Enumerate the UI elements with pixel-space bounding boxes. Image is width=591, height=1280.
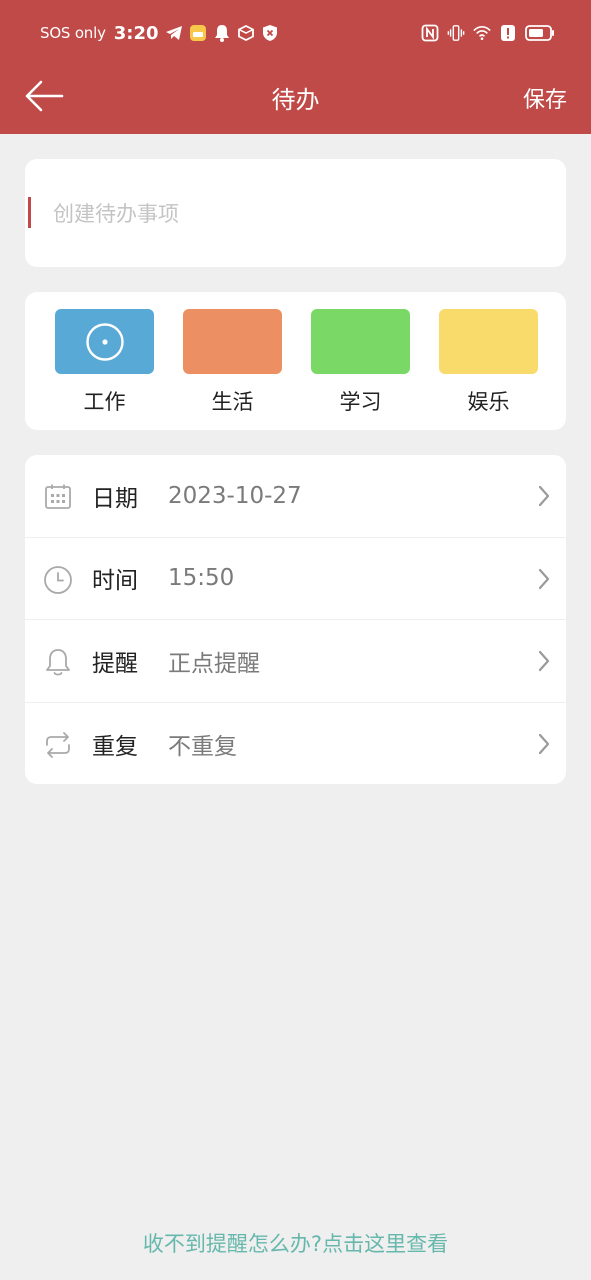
status-right xyxy=(421,20,555,46)
vibrate-icon xyxy=(447,24,465,42)
settings-row-time[interactable]: 时间 15:50 xyxy=(25,538,566,620)
wifi-icon xyxy=(473,24,491,42)
status-time: 3:20 xyxy=(113,22,159,44)
category-life[interactable]: 生活 xyxy=(183,309,282,416)
chevron-right-icon xyxy=(538,485,550,507)
app-notification-icon xyxy=(189,24,207,42)
app-header: 待办 保存 xyxy=(0,62,591,134)
category-label: 娱乐 xyxy=(467,390,510,414)
row-value: 15:50 xyxy=(168,565,235,592)
row-label: 提醒 xyxy=(92,650,138,677)
category-entertainment[interactable]: 娱乐 xyxy=(439,309,538,416)
chevron-right-icon xyxy=(538,568,550,589)
row-value: 正点提醒 xyxy=(168,650,260,677)
category-label: 工作 xyxy=(83,390,126,414)
settings-row-repeat[interactable]: 重复 不重复 xyxy=(25,703,566,785)
settings-row-date[interactable]: 日期 2023-10-27 xyxy=(25,455,566,538)
box-icon xyxy=(237,24,255,42)
text-cursor xyxy=(28,197,31,228)
nfc-icon xyxy=(421,24,439,42)
selected-radio-icon xyxy=(85,322,124,361)
reminder-help-link[interactable]: 收不到提醒怎么办?点击这里查看 xyxy=(0,1228,591,1258)
alert-icon xyxy=(499,24,517,42)
repeat-icon xyxy=(43,730,73,760)
settings-list: 日期 2023-10-27 时间 15:50 提醒 正点提醒 重复 不重复 xyxy=(25,455,566,784)
battery-icon xyxy=(525,24,555,42)
carrier-text: SOS only xyxy=(40,24,106,42)
row-value: 2023-10-27 xyxy=(168,482,302,509)
shield-icon xyxy=(261,24,279,42)
category-list: 工作 生活 学习 娱乐 xyxy=(55,309,538,416)
category-label: 学习 xyxy=(339,390,382,414)
chevron-right-icon xyxy=(538,733,550,754)
category-label: 生活 xyxy=(211,390,254,414)
page-title: 待办 xyxy=(271,86,320,114)
row-label: 日期 xyxy=(92,485,138,512)
calendar-icon xyxy=(43,482,73,512)
category-card: 工作 生活 学习 娱乐 xyxy=(25,292,566,430)
top-bar: SOS only 3:20 待办 保存 xyxy=(0,0,591,134)
category-swatch xyxy=(183,309,282,374)
bell-icon xyxy=(213,24,231,42)
category-swatch xyxy=(311,309,410,374)
chevron-right-icon xyxy=(538,650,550,672)
settings-row-reminder[interactable]: 提醒 正点提醒 xyxy=(25,620,566,703)
row-value: 不重复 xyxy=(168,733,237,760)
app-root: SOS only 3:20 待办 保存 创建待办事项 工作 生活 学习 娱乐 日… xyxy=(0,0,591,1280)
telegram-icon xyxy=(165,24,183,42)
todo-title-input[interactable] xyxy=(53,197,533,231)
category-work[interactable]: 工作 xyxy=(55,309,154,416)
category-study[interactable]: 学习 xyxy=(311,309,410,416)
category-swatch xyxy=(55,309,154,374)
clock-icon xyxy=(43,565,73,595)
todo-input-card xyxy=(25,159,566,267)
row-label: 时间 xyxy=(92,568,138,595)
row-label: 重复 xyxy=(92,733,138,760)
bell-icon xyxy=(43,647,73,677)
category-swatch xyxy=(439,309,538,374)
status-left: SOS only 3:20 xyxy=(40,20,279,46)
save-button[interactable]: 保存 xyxy=(523,82,567,114)
status-bar: SOS only 3:20 xyxy=(0,0,591,62)
